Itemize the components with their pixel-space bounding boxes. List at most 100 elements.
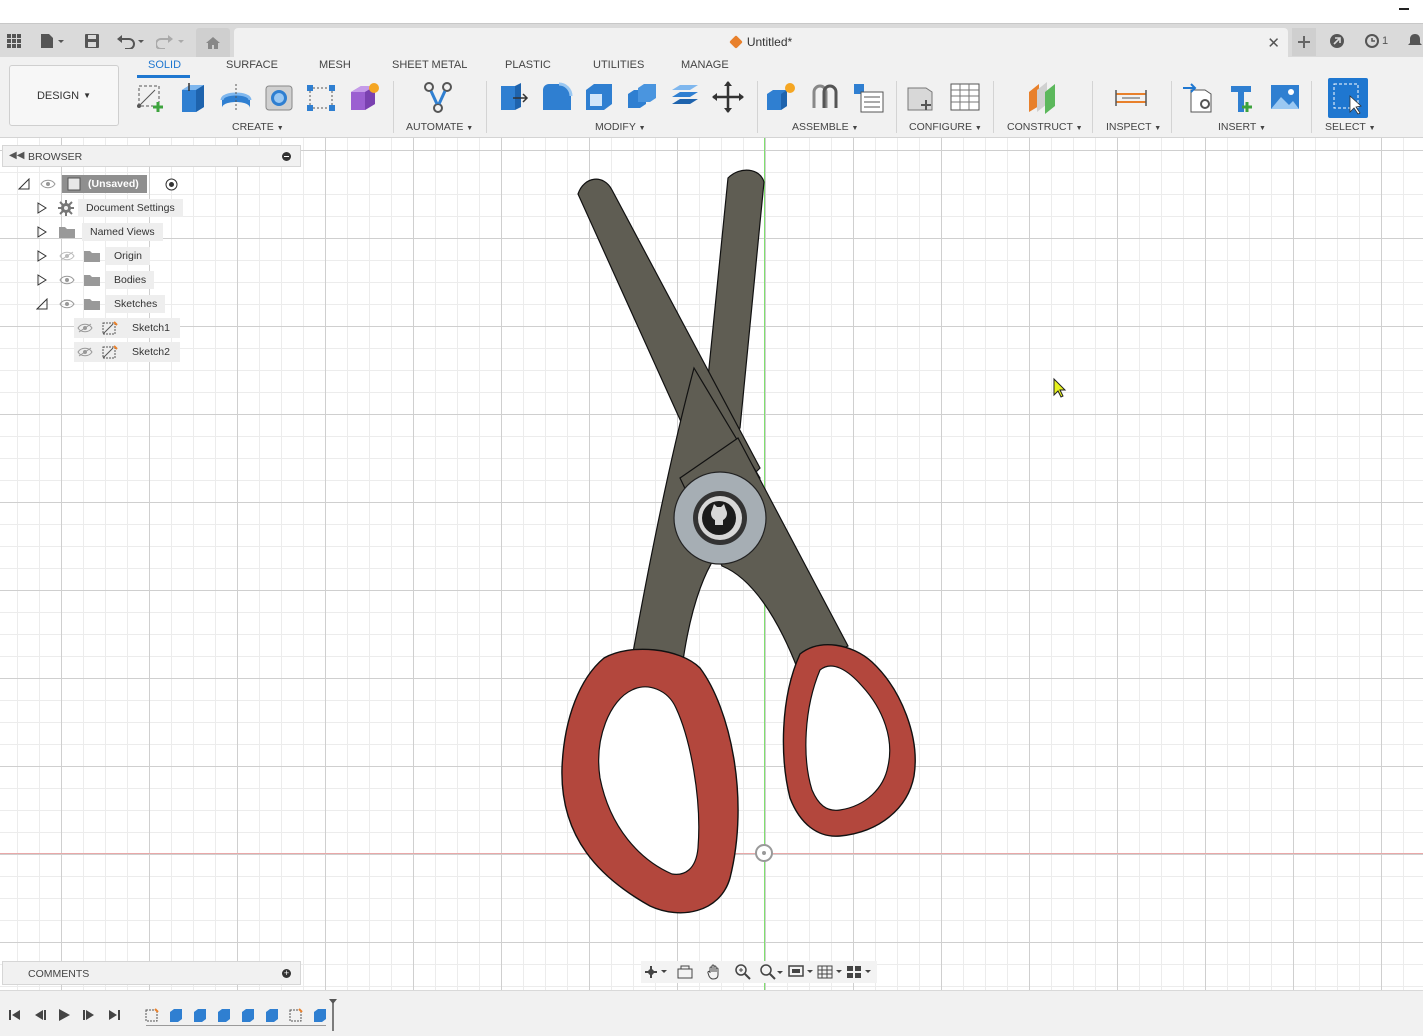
timeline-sketch-icon[interactable] (144, 1007, 160, 1023)
group-create[interactable]: CREATE ▼ (232, 121, 284, 133)
canvas-viewport[interactable] (0, 138, 1423, 990)
expand-triangle-icon[interactable] (37, 202, 47, 214)
timeline-marker[interactable] (329, 999, 337, 1031)
pattern-icon[interactable] (304, 79, 338, 115)
measure-icon[interactable] (1114, 79, 1148, 115)
timeline-extrude-icon[interactable] (240, 1007, 256, 1023)
viewports-icon[interactable] (846, 962, 872, 982)
automate-icon[interactable] (421, 79, 455, 115)
tree-item-named-views[interactable]: Named Views (82, 222, 163, 242)
tab-manage[interactable]: MANAGE (681, 59, 729, 71)
eye-hidden-icon[interactable] (59, 251, 75, 261)
eye-icon[interactable] (59, 299, 75, 309)
expand-triangle-icon[interactable] (37, 226, 47, 238)
previous-icon[interactable] (32, 1007, 48, 1023)
select-icon[interactable] (1328, 78, 1368, 118)
group-inspect[interactable]: INSPECT ▼ (1106, 121, 1161, 133)
eye-hidden-icon[interactable] (77, 323, 93, 333)
group-construct[interactable]: CONSTRUCT ▼ (1007, 121, 1083, 133)
tree-root[interactable]: (Unsaved) (62, 174, 147, 194)
zoom-icon[interactable] (730, 962, 756, 982)
eye-icon[interactable] (59, 275, 75, 285)
add-comment-icon[interactable]: + (282, 969, 291, 978)
insert-mcmaster-icon[interactable] (1225, 79, 1259, 115)
job-status-icon[interactable]: 1 (1361, 32, 1391, 50)
play-icon[interactable] (56, 1007, 72, 1023)
new-component-icon[interactable] (764, 79, 798, 115)
hole-icon[interactable] (262, 79, 296, 115)
comments-panel[interactable]: COMMENTS + (2, 961, 301, 985)
home-icon[interactable] (196, 28, 230, 58)
insert-canvas-icon[interactable] (1268, 79, 1302, 115)
expand-triangle-icon[interactable] (37, 274, 47, 286)
shell-icon[interactable] (582, 79, 616, 115)
revolve-icon[interactable] (219, 79, 253, 115)
tree-item-bodies[interactable]: Bodies (106, 270, 155, 290)
file-icon[interactable] (38, 32, 66, 50)
next-icon[interactable] (81, 1007, 97, 1023)
configure-table-icon[interactable] (948, 79, 982, 115)
bill-of-materials-icon[interactable] (851, 79, 885, 115)
change-parameters-icon[interactable] (904, 79, 938, 115)
first-icon[interactable] (7, 1007, 23, 1023)
workspace-design-button[interactable]: DESIGN ▼ (9, 65, 119, 126)
app-grid-icon[interactable] (6, 32, 22, 50)
tab-mesh[interactable]: MESH (319, 59, 351, 71)
look-at-icon[interactable] (672, 962, 698, 982)
last-icon[interactable] (106, 1007, 122, 1023)
tab-sheet-metal[interactable]: SHEET METAL (392, 59, 467, 71)
tree-item-origin[interactable]: Origin (106, 246, 151, 266)
timeline-extrude-icon[interactable] (216, 1007, 232, 1023)
group-modify[interactable]: MODIFY ▼ (595, 121, 646, 133)
insert-derive-icon[interactable] (1181, 79, 1215, 115)
eye-icon[interactable] (40, 179, 56, 189)
group-select[interactable]: SELECT ▼ (1325, 121, 1376, 133)
tree-item-document-settings[interactable]: Document Settings (78, 198, 183, 218)
redo-icon[interactable] (156, 32, 186, 50)
extrude-icon[interactable] (176, 79, 210, 115)
create-form-icon[interactable] (347, 79, 381, 115)
expand-triangle-icon[interactable] (37, 250, 47, 262)
group-assemble[interactable]: ASSEMBLE ▼ (792, 121, 858, 133)
timeline-sketch-icon[interactable] (288, 1007, 304, 1023)
undo-icon[interactable] (116, 32, 146, 50)
radio-active-icon[interactable] (165, 178, 178, 191)
collapse-triangle-icon[interactable] (18, 178, 30, 190)
new-tab-icon[interactable] (1292, 28, 1316, 56)
orbit-icon[interactable] (643, 962, 669, 982)
create-sketch-icon[interactable] (134, 79, 168, 115)
group-automate[interactable]: AUTOMATE ▼ (406, 121, 473, 133)
timeline-extrude-icon[interactable] (168, 1007, 184, 1023)
tab-plastic[interactable]: PLASTIC (505, 59, 551, 71)
extensions-icon[interactable] (1328, 32, 1346, 50)
display-settings-icon[interactable] (788, 962, 814, 982)
minimize-panel-icon[interactable] (282, 152, 291, 161)
offset-plane-icon[interactable] (1025, 79, 1059, 115)
tab-utilities[interactable]: UTILITIES (593, 59, 644, 71)
close-tab-icon[interactable]: ✕ (1267, 34, 1280, 52)
tab-solid[interactable]: SOLID (148, 59, 181, 71)
grid-settings-icon[interactable] (817, 962, 843, 982)
group-configure[interactable]: CONFIGURE ▼ (909, 121, 982, 133)
timeline-extrude-icon[interactable] (312, 1007, 328, 1023)
tree-item-sketches[interactable]: Sketches (106, 294, 166, 314)
timeline-extrude-icon[interactable] (192, 1007, 208, 1023)
tab-surface[interactable]: SURFACE (226, 59, 278, 71)
pan-icon[interactable] (701, 962, 727, 982)
window-minimize-icon[interactable] (1399, 8, 1409, 10)
timeline-extrude-icon[interactable] (264, 1007, 280, 1023)
move-icon[interactable] (711, 79, 745, 115)
collapse-panel-icon[interactable]: ◀◀ (9, 150, 24, 161)
offset-face-icon[interactable] (668, 79, 702, 115)
document-tab[interactable]: Untitled* ✕ (234, 28, 1288, 58)
fillet-icon[interactable] (539, 79, 573, 115)
joint-icon[interactable] (808, 79, 842, 115)
press-pull-icon[interactable] (495, 79, 529, 115)
combine-icon[interactable] (625, 79, 659, 115)
scissors-model[interactable] (0, 138, 1423, 990)
zoom-window-icon[interactable] (759, 962, 785, 982)
eye-hidden-icon[interactable] (77, 347, 93, 357)
group-insert[interactable]: INSERT ▼ (1218, 121, 1266, 133)
collapse-triangle-icon[interactable] (36, 298, 48, 310)
notifications-icon[interactable] (1408, 32, 1422, 50)
